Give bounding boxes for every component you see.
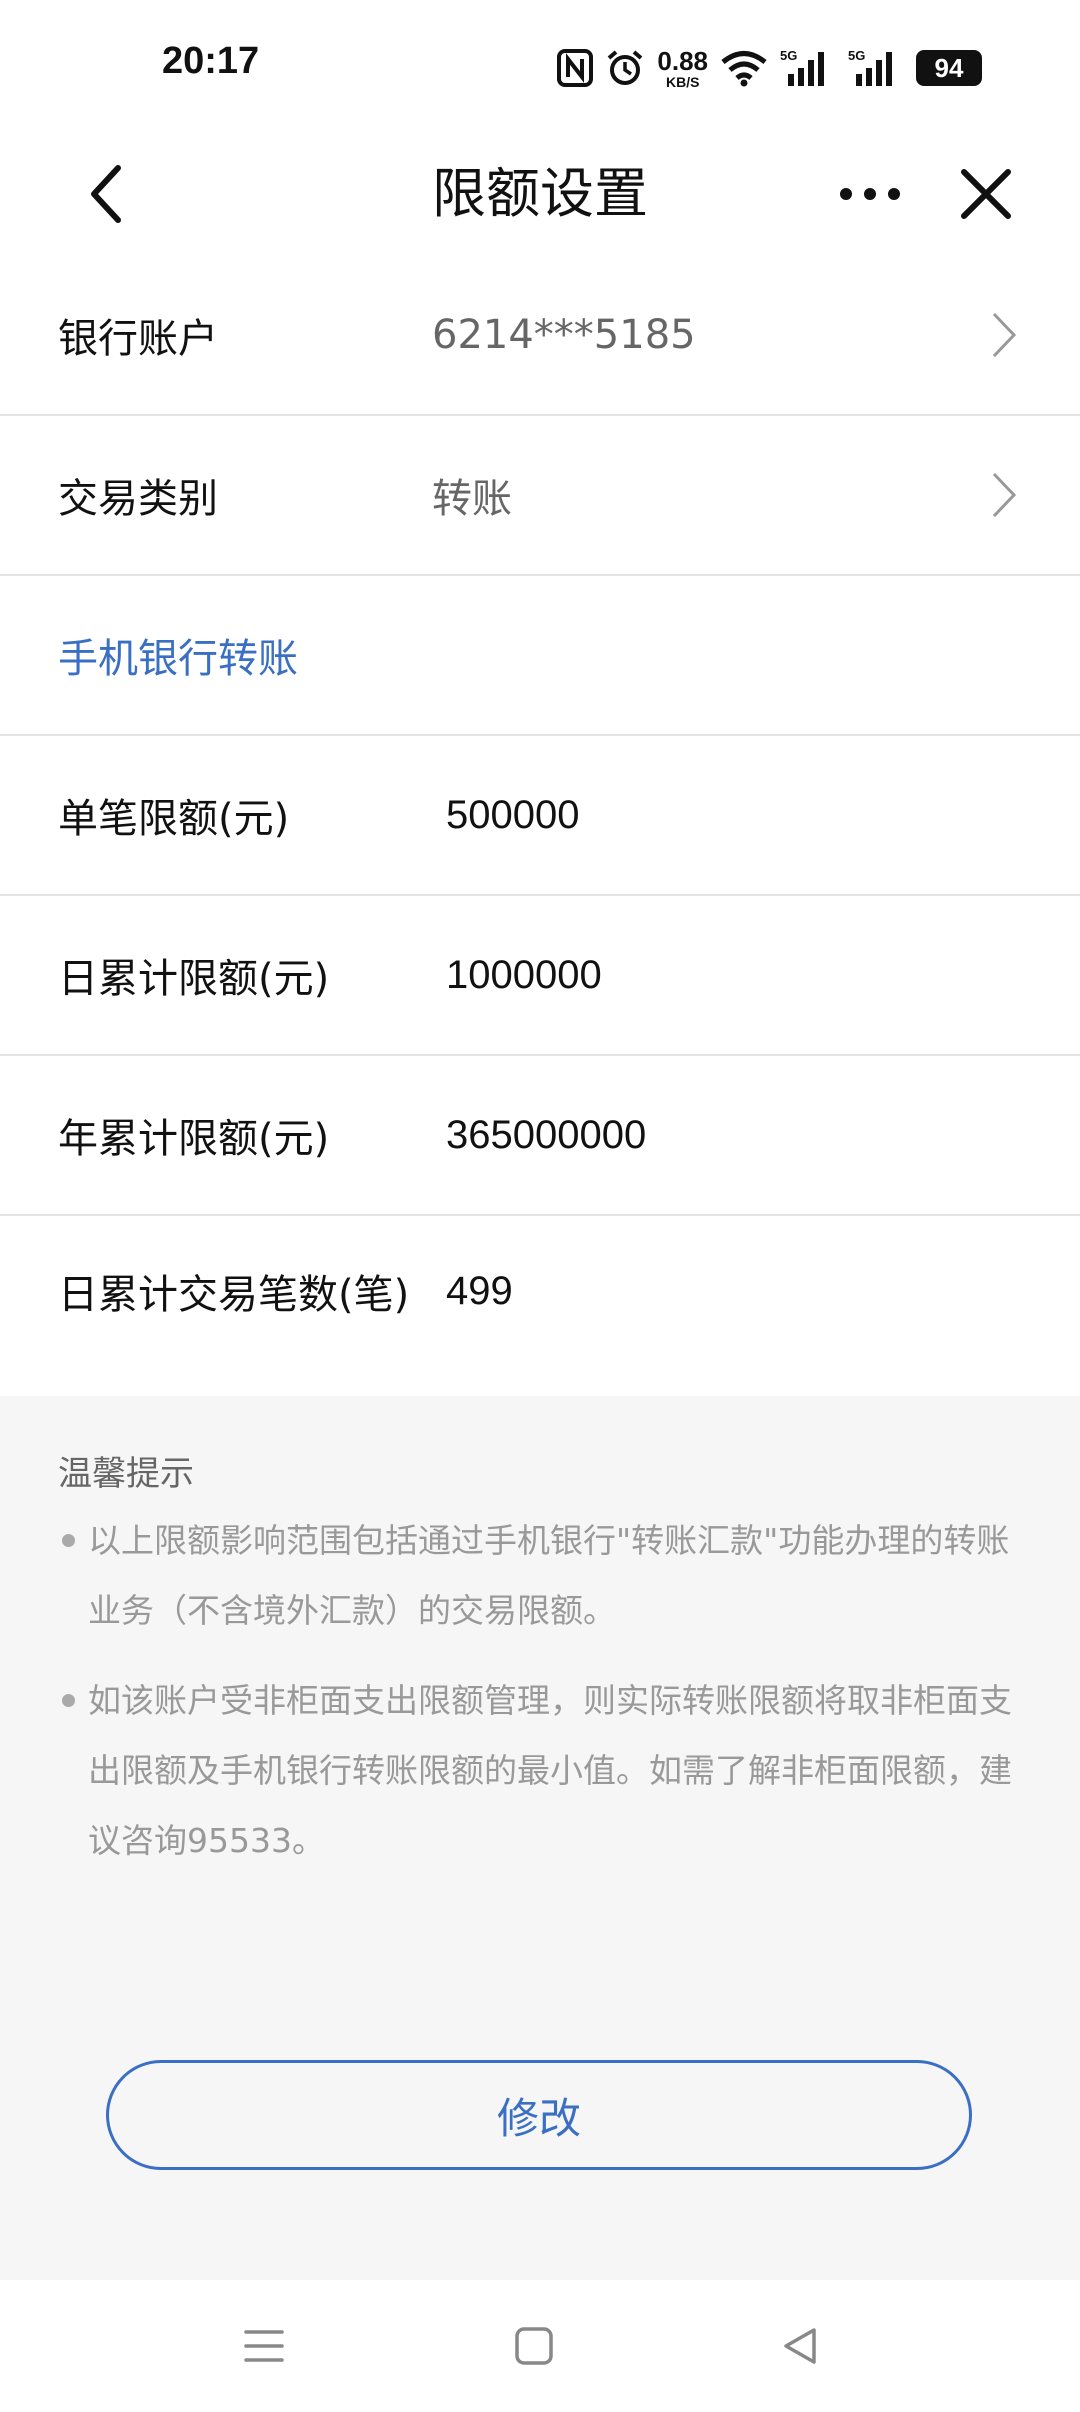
tips-list: 以上限额影响范围包括通过手机银行"转账汇款"功能办理的转账业务（不含境外汇款）的… — [58, 1506, 1028, 1876]
bullet-icon — [62, 1534, 75, 1547]
status-icons: 0.88 KB/S 5G 5G 94 — [557, 40, 982, 96]
signal-5g-icon-2: 5G — [848, 48, 892, 86]
limit-row-daily: 日累计限额(元) 1000000 — [0, 896, 1080, 1056]
limit-value: 499 — [446, 1268, 513, 1313]
limit-value: 1000000 — [446, 952, 602, 997]
limit-label: 单笔限额(元) — [58, 796, 290, 842]
limit-label: 日累计交易笔数(笔) — [58, 1272, 410, 1318]
limit-row-daily-count: 日累计交易笔数(笔) 499 — [0, 1216, 1080, 1366]
section-title: 手机银行转账 — [58, 636, 298, 682]
section-header-row: 手机银行转账 — [0, 576, 1080, 736]
menu-button[interactable] — [234, 2316, 294, 2376]
limit-value: 500000 — [446, 792, 580, 837]
signal-5g-icon-1: 5G — [780, 48, 824, 86]
tips-title: 温馨提示 — [58, 1454, 194, 1494]
limit-label: 年累计限额(元) — [58, 1116, 330, 1162]
menu-icon — [244, 2330, 284, 2362]
close-button[interactable] — [952, 160, 1020, 228]
battery-indicator: 94 — [916, 50, 982, 86]
bank-account-label: 银行账户 — [58, 316, 218, 362]
bullet-icon — [62, 1694, 75, 1707]
wifi-icon — [721, 51, 767, 87]
home-square-icon — [515, 2327, 553, 2365]
more-dots-icon — [840, 188, 900, 200]
tip-text: 如该账户受非柜面支出限额管理，则实际转账限额将取非柜面支出限额及手机银行转账限额… — [88, 1681, 1012, 1860]
status-time: 20:17 — [162, 40, 260, 82]
more-button[interactable] — [830, 160, 910, 228]
limit-row-yearly: 年累计限额(元) 365000000 — [0, 1056, 1080, 1216]
tip-item: 如该账户受非柜面支出限额管理，则实际转账限额将取非柜面支出限额及手机银行转账限额… — [58, 1666, 1028, 1876]
status-bar: 20:17 0.88 KB/S 5G 5G 94 — [0, 0, 1080, 132]
limit-label: 日累计限额(元) — [58, 956, 330, 1002]
page-title: 限额设置 — [432, 162, 648, 225]
tips-area: 温馨提示 以上限额影响范围包括通过手机银行"转账汇款"功能办理的转账业务（不含境… — [0, 1396, 1080, 2280]
chevron-right-icon — [990, 256, 1018, 414]
bank-account-value: 6214***5185 — [432, 312, 696, 358]
modify-button[interactable]: 修改 — [106, 2060, 972, 2170]
svg-text:5G: 5G — [780, 48, 797, 63]
net-speed-value: 0.88 — [657, 45, 708, 76]
transaction-category-value: 转账 — [432, 476, 512, 522]
limit-form: 银行账户 6214***5185 交易类别 转账 手机银行转账 单笔限额(元) … — [0, 256, 1080, 1366]
triangle-back-icon — [784, 2328, 816, 2364]
tip-item: 以上限额影响范围包括通过手机银行"转账汇款"功能办理的转账业务（不含境外汇款）的… — [58, 1506, 1028, 1646]
transaction-category-row[interactable]: 交易类别 转账 — [0, 416, 1080, 576]
close-icon — [961, 169, 1011, 219]
svg-text:5G: 5G — [848, 48, 865, 63]
tip-text: 以上限额影响范围包括通过手机银行"转账汇款"功能办理的转账业务（不含境外汇款）的… — [88, 1521, 1010, 1630]
limit-value: 365000000 — [446, 1112, 647, 1157]
net-speed: 0.88 KB/S — [657, 48, 708, 89]
nav-bar: 限额设置 — [0, 132, 1080, 256]
chevron-right-icon — [990, 416, 1018, 574]
nfc-icon — [557, 49, 594, 87]
net-speed-unit: KB/S — [665, 73, 700, 90]
alarm-icon — [608, 50, 643, 85]
system-nav-bar — [0, 2280, 1080, 2412]
home-button[interactable] — [504, 2316, 564, 2376]
limit-row-single: 单笔限额(元) 500000 — [0, 736, 1080, 896]
back-nav-button[interactable] — [770, 2316, 830, 2376]
transaction-category-label: 交易类别 — [58, 476, 218, 522]
bank-account-row[interactable]: 银行账户 6214***5185 — [0, 256, 1080, 416]
